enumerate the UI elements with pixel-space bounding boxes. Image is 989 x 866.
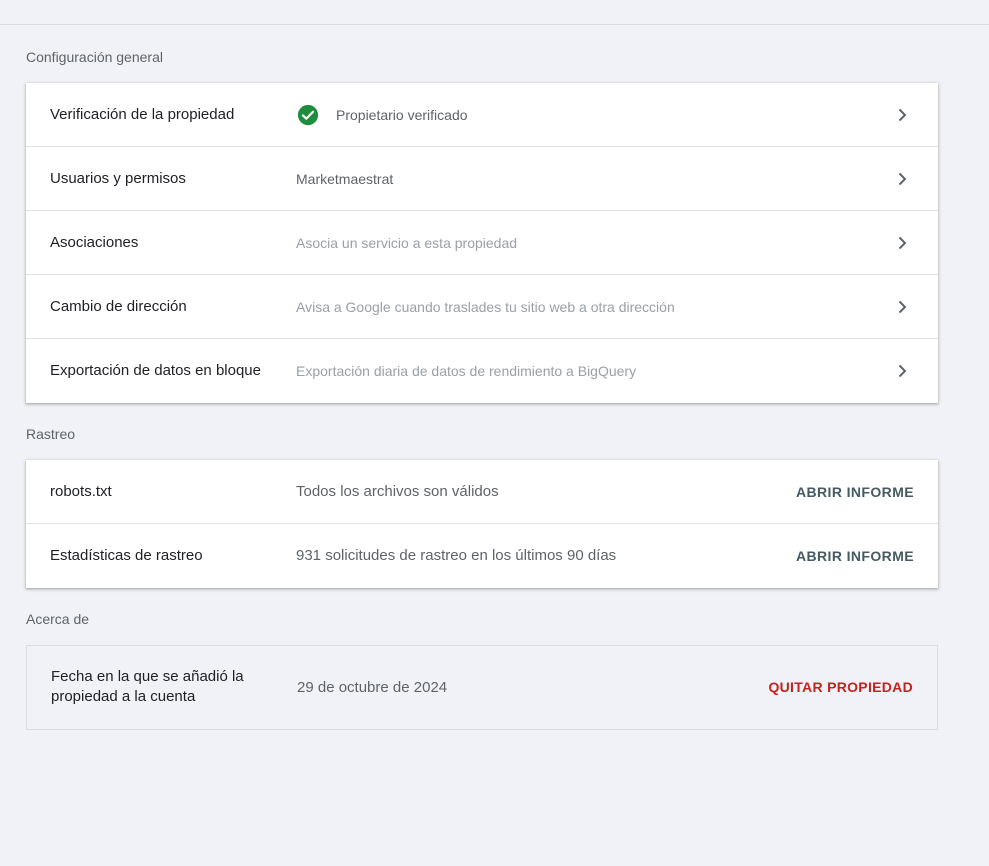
row-label: Asociaciones xyxy=(50,234,139,251)
row-label: Cambio de dirección xyxy=(50,298,187,315)
open-report-button[interactable]: ABRIR INFORME xyxy=(796,524,914,588)
row-label: Verificación de la propiedad xyxy=(50,106,235,123)
open-report-button[interactable]: ABRIR INFORME xyxy=(796,460,914,524)
chevron-right-icon[interactable] xyxy=(894,107,910,123)
row-value: Exportación diaria de datos de rendimien… xyxy=(296,363,637,379)
row-value: Propietario verificado xyxy=(336,107,468,123)
check-circle-icon xyxy=(297,104,319,126)
row-robots-txt: robots.txt Todos los archivos son válido… xyxy=(26,460,938,524)
row-label: Estadísticas de rastreo xyxy=(50,547,203,564)
section-title-about: Acerca de xyxy=(26,611,90,627)
row-value: Asocia un servicio a esta propiedad xyxy=(296,235,518,251)
chevron-right-icon[interactable] xyxy=(894,299,910,315)
row-value: Todos los archivos son válidos xyxy=(296,483,499,500)
row-associations[interactable]: Asociaciones Asocia un servicio a esta p… xyxy=(26,211,938,275)
row-change-of-address[interactable]: Cambio de dirección Avisa a Google cuand… xyxy=(26,275,938,339)
row-value: Avisa a Google cuando traslades tu sitio… xyxy=(296,299,675,315)
row-label: Usuarios y permisos xyxy=(50,170,186,187)
row-ownership-verification[interactable]: Verificación de la propiedad Propietario… xyxy=(26,83,938,147)
row-bulk-data-export[interactable]: Exportación de datos en bloque Exportaci… xyxy=(26,339,938,403)
crawl-card: robots.txt Todos los archivos son válido… xyxy=(26,460,938,588)
general-settings-card: Verificación de la propiedad Propietario… xyxy=(26,83,938,403)
row-label: Exportación de datos en bloque xyxy=(50,362,261,379)
section-title-crawl: Rastreo xyxy=(26,426,76,442)
chevron-right-icon[interactable] xyxy=(894,363,910,379)
date-added-label: Fecha en la que se añadió la propiedad a… xyxy=(51,668,244,705)
remove-property-button[interactable]: QUITAR PROPIEDAD xyxy=(768,646,913,729)
row-crawl-stats: Estadísticas de rastreo 931 solicitudes … xyxy=(26,524,938,588)
chevron-right-icon[interactable] xyxy=(894,235,910,251)
header-divider xyxy=(0,24,989,25)
row-value: Marketmaestrat xyxy=(296,171,394,187)
row-value: 931 solicitudes de rastreo en los último… xyxy=(296,547,617,564)
row-label: robots.txt xyxy=(50,483,112,500)
date-added-value: 29 de octubre de 2024 xyxy=(297,679,448,696)
section-title-general: Configuración general xyxy=(26,49,163,65)
chevron-right-icon[interactable] xyxy=(894,171,910,187)
row-users-permissions[interactable]: Usuarios y permisos Marketmaestrat xyxy=(26,147,938,211)
about-card: Fecha en la que se añadió la propiedad a… xyxy=(26,645,938,730)
